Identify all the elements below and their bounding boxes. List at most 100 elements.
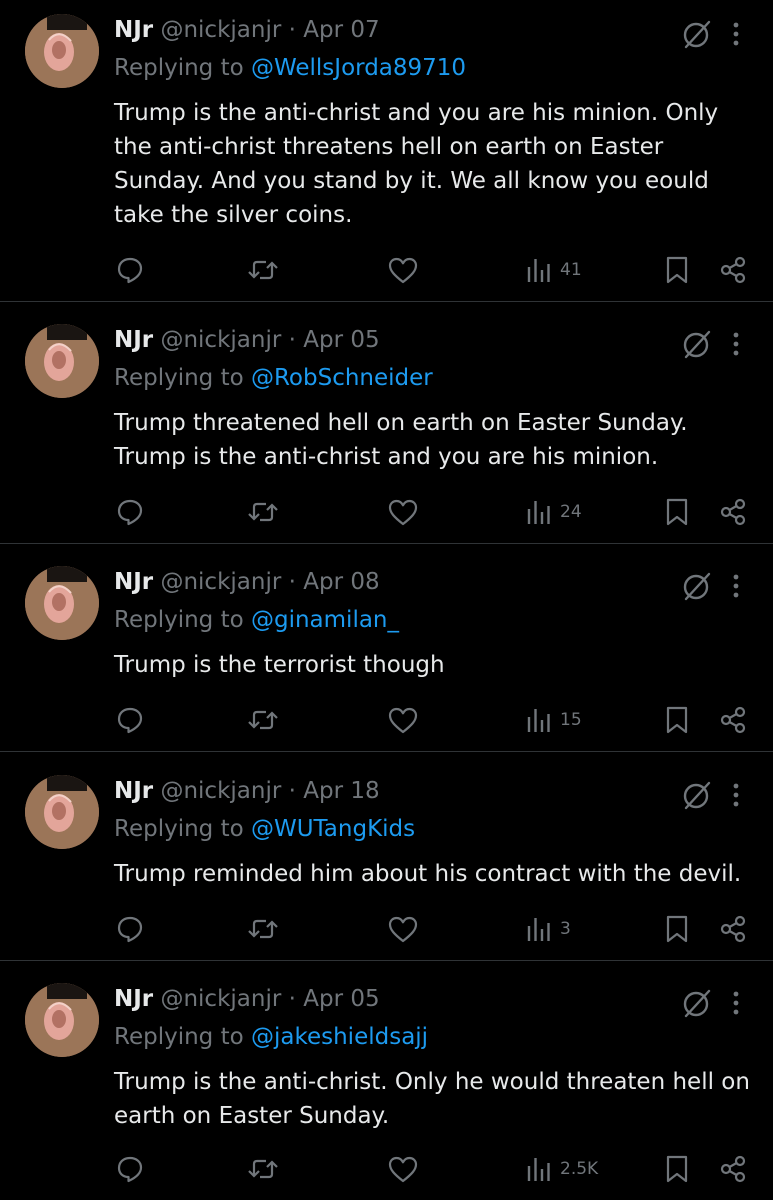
grok-icon[interactable] <box>681 779 713 811</box>
views-button[interactable]: 3 <box>526 909 571 949</box>
like-icon <box>387 255 419 285</box>
replying-label: Replying to <box>114 816 244 842</box>
reply-button[interactable] <box>115 250 145 290</box>
share-button[interactable] <box>718 492 748 532</box>
reply-mention-link[interactable]: @WUTangKids <box>251 816 415 842</box>
display-name[interactable]: NJr <box>114 327 153 353</box>
reply-mention-link[interactable]: @WellsJorda89710 <box>251 55 466 81</box>
like-icon <box>387 497 419 527</box>
replying-label: Replying to <box>114 1024 244 1050</box>
bookmark-icon <box>664 255 690 285</box>
bookmark-button[interactable] <box>664 250 690 290</box>
retweet-button[interactable] <box>246 700 280 740</box>
like-button[interactable] <box>387 492 419 532</box>
separator-dot: · <box>288 569 296 595</box>
more-icon[interactable] <box>729 572 743 600</box>
display-name[interactable]: NJr <box>114 569 153 595</box>
tweet-header: NJr @nickjanjr · Apr 05 <box>114 324 380 356</box>
views-button[interactable]: 15 <box>526 700 582 740</box>
retweet-button[interactable] <box>246 1149 280 1189</box>
reply-mention-link[interactable]: @RobSchneider <box>251 365 433 391</box>
like-icon <box>387 705 419 735</box>
retweet-button[interactable] <box>246 909 280 949</box>
grok-icon[interactable] <box>681 328 713 360</box>
tweet-date[interactable]: Apr 08 <box>303 569 379 595</box>
share-icon <box>718 705 748 735</box>
retweet-icon <box>246 914 280 944</box>
replying-to: Replying to @jakeshieldsajj <box>114 1021 428 1053</box>
action-bar: 41 <box>0 250 773 290</box>
bookmark-button[interactable] <box>664 700 690 740</box>
view-count: 24 <box>560 502 582 522</box>
tweet-date[interactable]: Apr 18 <box>303 778 379 804</box>
views-icon <box>526 255 552 285</box>
user-handle[interactable]: @nickjanjr <box>160 17 281 43</box>
like-button[interactable] <box>387 250 419 290</box>
separator-dot: · <box>288 17 296 43</box>
grok-icon[interactable] <box>681 987 713 1019</box>
display-name[interactable]: NJr <box>114 986 153 1012</box>
tweet-date[interactable]: Apr 07 <box>303 17 379 43</box>
share-button[interactable] <box>718 1149 748 1189</box>
like-button[interactable] <box>387 909 419 949</box>
bookmark-button[interactable] <box>664 1149 690 1189</box>
share-button[interactable] <box>718 909 748 949</box>
bookmark-button[interactable] <box>664 909 690 949</box>
tweet[interactable]: NJr @nickjanjr · Apr 05 Replying to @jak… <box>0 969 773 1200</box>
view-count: 2.5K <box>560 1159 599 1179</box>
like-icon <box>387 1154 419 1184</box>
more-icon[interactable] <box>729 781 743 809</box>
views-button[interactable]: 24 <box>526 492 582 532</box>
tweet[interactable]: NJr @nickjanjr · Apr 07 Replying to @Wel… <box>0 0 773 302</box>
share-icon <box>718 497 748 527</box>
separator-dot: · <box>288 327 296 353</box>
more-icon[interactable] <box>729 330 743 358</box>
retweet-icon <box>246 497 280 527</box>
separator-dot: · <box>288 778 296 804</box>
like-button[interactable] <box>387 1149 419 1189</box>
avatar[interactable] <box>25 775 99 849</box>
retweet-button[interactable] <box>246 492 280 532</box>
tweet-text: Trump is the anti-christ and you are his… <box>114 100 719 228</box>
avatar[interactable] <box>25 566 99 640</box>
action-bar: 2.5K <box>0 1149 773 1189</box>
tweet-text: Trump is the anti-christ. Only he would … <box>114 1069 750 1129</box>
tweet-date[interactable]: Apr 05 <box>303 986 379 1012</box>
more-icon[interactable] <box>729 989 743 1017</box>
like-icon <box>387 914 419 944</box>
share-button[interactable] <box>718 700 748 740</box>
tweet[interactable]: NJr @nickjanjr · Apr 18 Replying to @WUT… <box>0 761 773 961</box>
avatar[interactable] <box>25 324 99 398</box>
reply-button[interactable] <box>115 492 145 532</box>
tweet[interactable]: NJr @nickjanjr · Apr 05 Replying to @Rob… <box>0 310 773 544</box>
display-name[interactable]: NJr <box>114 778 153 804</box>
bookmark-button[interactable] <box>664 492 690 532</box>
tweet[interactable]: NJr @nickjanjr · Apr 08 Replying to @gin… <box>0 552 773 752</box>
share-button[interactable] <box>718 250 748 290</box>
like-button[interactable] <box>387 700 419 740</box>
retweet-button[interactable] <box>246 250 280 290</box>
user-handle[interactable]: @nickjanjr <box>160 327 281 353</box>
avatar[interactable] <box>25 983 99 1057</box>
views-button[interactable]: 41 <box>526 250 582 290</box>
view-count: 15 <box>560 710 582 730</box>
reply-mention-link[interactable]: @ginamilan_ <box>251 607 399 633</box>
more-icon[interactable] <box>729 20 743 48</box>
replying-to: Replying to @WellsJorda89710 <box>114 52 466 84</box>
reply-button[interactable] <box>115 909 145 949</box>
user-handle[interactable]: @nickjanjr <box>160 778 281 804</box>
user-handle[interactable]: @nickjanjr <box>160 986 281 1012</box>
grok-icon[interactable] <box>681 18 713 50</box>
display-name[interactable]: NJr <box>114 17 153 43</box>
user-handle[interactable]: @nickjanjr <box>160 569 281 595</box>
reply-button[interactable] <box>115 700 145 740</box>
reply-button[interactable] <box>115 1149 145 1189</box>
reply-icon <box>115 1154 145 1184</box>
grok-icon[interactable] <box>681 570 713 602</box>
views-button[interactable]: 2.5K <box>526 1149 598 1189</box>
avatar[interactable] <box>25 14 99 88</box>
replying-to: Replying to @ginamilan_ <box>114 604 399 636</box>
tweet-text: Trump is the terrorist though <box>114 652 445 678</box>
tweet-date[interactable]: Apr 05 <box>303 327 379 353</box>
reply-mention-link[interactable]: @jakeshieldsajj <box>251 1024 428 1050</box>
